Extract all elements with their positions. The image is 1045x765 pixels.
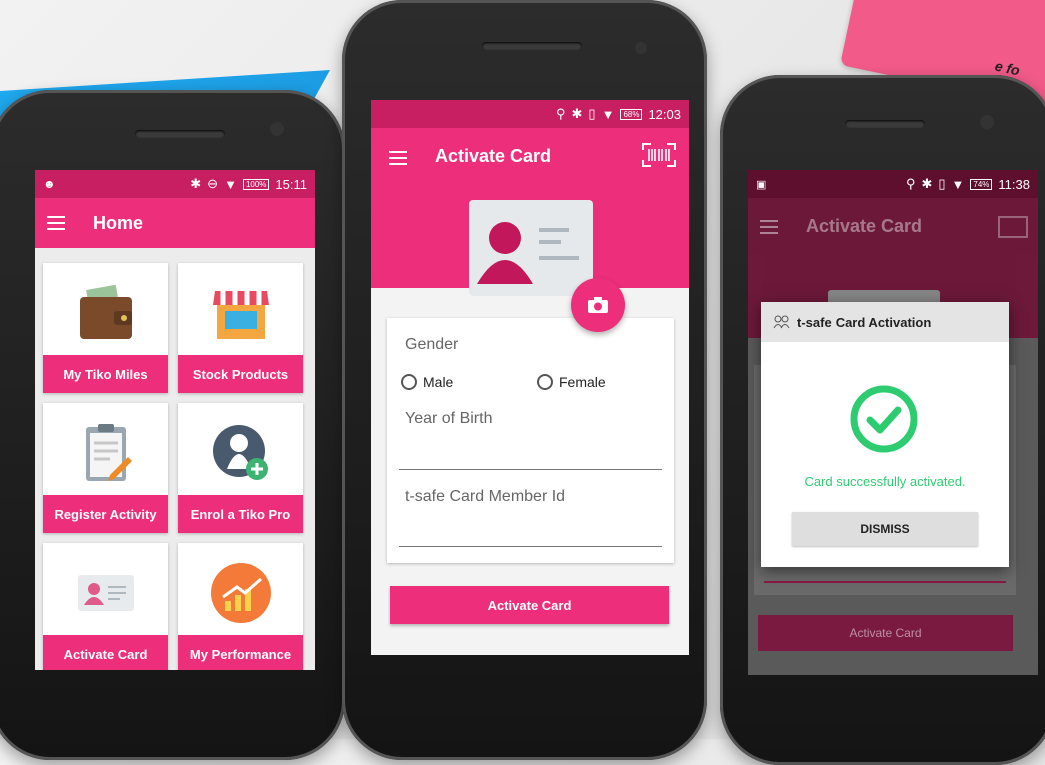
phone-camera [270,122,284,136]
page-title: Home [93,212,144,233]
home-menu-grid: My Tiko Miles Stock Products Register Ac… [43,263,305,670]
tile-label: Enrol a Tiko Pro [178,495,303,533]
radio-button[interactable] [537,374,553,390]
member-id-input[interactable] [399,546,662,547]
phone-camera [980,115,994,129]
menu-icon[interactable] [47,216,65,230]
activate-card-button-dimmed: Activate Card [758,615,1013,651]
status-bar: ▣ ⚲ ✱ ▯ ▼ 74% 11:38 [748,170,1038,198]
status-time: 11:38 [998,176,1030,192]
radio-female[interactable]: Female [537,374,606,390]
wifi-icon: ▼ [951,176,965,192]
android-icon: ☻ [43,177,56,191]
menu-icon[interactable] [389,151,407,165]
app-bar: Activate Card [371,128,689,332]
member-id-label: t-safe Card Member Id [405,488,566,505]
vibrate-icon: ▯ [588,106,596,121]
bluetooth-icon: ✱ [921,176,933,191]
phone-speaker [135,130,225,138]
activation-success-screen: ▣ ⚲ ✱ ▯ ▼ 74% 11:38 Activate Card Activa… [748,170,1038,675]
location-icon: ⚲ [555,106,566,121]
image-icon: ▣ [756,178,767,191]
home-screen: ☻ ✱ ⊖ ▼ 100% 15:11 Home My Tiko Miles St… [35,170,315,670]
battery-level: 74% [970,178,993,190]
status-time: 15:11 [275,176,307,192]
app-bar: Home [35,198,315,248]
battery-level: 68% [620,108,643,120]
wallet-icon [79,284,132,339]
page-title: Activate Card [806,216,923,236]
tile-label: My Performance [178,635,303,670]
tile-activate-card[interactable]: Activate Card [43,543,168,670]
tile-label: Activate Card [43,635,168,670]
dialog-header: t-safe Card Activation [761,302,1009,342]
radio-female-label: Female [559,374,606,390]
dnd-icon: ⊖ [207,176,219,191]
success-message: Card successfully activated. [804,474,966,489]
menu-icon [760,220,778,234]
location-icon: ⚲ [905,176,916,191]
id-card-illustration [469,200,593,296]
page-title: Activate Card [435,146,552,166]
year-of-birth-label: Year of Birth [405,410,493,427]
radio-button[interactable] [401,374,417,390]
chart-icon [210,563,271,623]
dismiss-button[interactable]: DISMISS [792,512,978,546]
vibrate-icon: ▯ [938,176,946,191]
barcode-scan-icon [998,216,1028,238]
clipboard-icon [85,424,132,481]
check-circle-icon [850,385,918,453]
status-bar: ☻ ✱ ⊖ ▼ 100% 15:11 [35,170,315,198]
phone-left: ☻ ✱ ⊖ ▼ 100% 15:11 Home My Tiko Miles St… [0,90,345,760]
activation-form-card: Gender Male Female Year of Birth t-safe … [387,318,674,563]
phone-camera [635,42,647,54]
id-card-icon [77,575,134,611]
tile-label: My Tiko Miles [43,355,168,393]
phone-center: ⚲ ✱ ▯ ▼ 68% 12:03 Activate Card Gender M… [342,0,707,760]
add-user-icon [212,425,268,480]
camera-icon [588,297,608,313]
status-bar: ⚲ ✱ ▯ ▼ 68% 12:03 [371,100,689,128]
radio-male[interactable]: Male [401,374,453,390]
tile-enrol-tiko-pro[interactable]: Enrol a Tiko Pro [178,403,303,533]
wifi-icon: ▼ [224,176,237,192]
tile-stock-products[interactable]: Stock Products [178,263,303,393]
camera-fab[interactable] [571,278,625,332]
bluetooth-icon: ✱ [190,176,202,191]
group-icon [773,315,790,329]
radio-male-label: Male [423,374,454,390]
year-of-birth-input[interactable] [399,469,662,470]
barcode-scan-icon[interactable] [641,142,677,168]
dialog-title: Card Activation [835,314,932,330]
bluetooth-icon: ✱ [571,106,583,121]
wifi-icon: ▼ [601,106,615,122]
tile-label: Register Activity [43,495,168,533]
status-time: 12:03 [648,106,681,122]
tile-my-tiko-miles[interactable]: My Tiko Miles [43,263,168,393]
activate-card-screen: ⚲ ✱ ▯ ▼ 68% 12:03 Activate Card Gender M… [371,100,689,655]
store-icon [212,291,269,339]
phone-speaker [845,120,925,128]
tile-label: Stock Products [178,355,303,393]
gender-label: Gender [405,336,459,353]
tile-register-activity[interactable]: Register Activity [43,403,168,533]
phone-speaker [482,42,582,50]
success-dialog: t-safe Card Activation Card successfully… [761,302,1009,567]
phone-right: ▣ ⚲ ✱ ▯ ▼ 74% 11:38 Activate Card Activa… [720,75,1045,765]
activate-card-button[interactable]: Activate Card [390,586,669,624]
tile-my-performance[interactable]: My Performance [178,543,303,670]
dialog-title-prefix: t-safe [797,314,832,330]
input-underline-dimmed [764,581,1006,583]
battery-level: 100% [242,178,270,190]
